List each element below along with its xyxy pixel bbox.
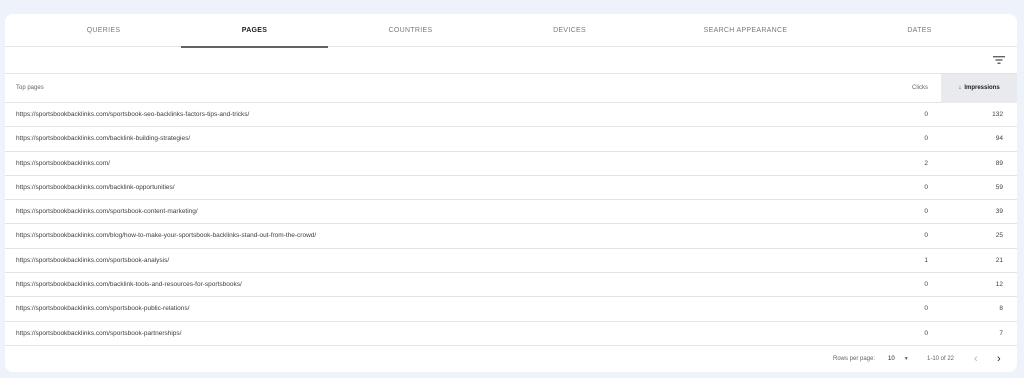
row-page-url[interactable]: https://sportsbookbacklinks.com/backlink… [16,273,242,297]
row-page-url[interactable]: https://sportsbookbacklinks.com/sportsbo… [16,249,169,273]
row-page-url[interactable]: https://sportsbookbacklinks.com/backlink… [16,127,190,151]
table-row: https://sportsbookbacklinks.com/backlink… [5,176,1017,201]
tab-countries[interactable]: COUNTRIES [328,14,493,47]
row-page-url[interactable]: https://sportsbookbacklinks.com/sportsbo… [16,200,198,224]
row-clicks: 0 [924,208,928,216]
table-row: https://sportsbookbacklinks.com/sportsbo… [5,249,1017,274]
tab-dates[interactable]: DATES [837,14,1002,47]
row-page-url[interactable]: https://sportsbookbacklinks.com/sportsbo… [16,103,249,127]
row-clicks: 2 [924,159,928,167]
pagination-range: 1-10 of 22 [927,356,955,362]
row-impressions: 25 [995,232,1003,240]
table-row: https://sportsbookbacklinks.com/sportsbo… [5,103,1017,128]
row-clicks: 1 [924,256,928,264]
rows-per-page-select[interactable]: 10 ▼ [888,346,909,372]
chevron-right-icon[interactable]: › [997,346,1001,372]
rows-per-page-value: 10 [888,356,895,362]
table-row: https://sportsbookbacklinks.com/sportsbo… [5,322,1017,346]
row-clicks: 0 [924,111,928,118]
tab-queries[interactable]: QUERIES [21,14,186,47]
row-impressions: 8 [999,305,1003,313]
row-impressions: 12 [995,281,1003,289]
filter-icon[interactable] [993,55,1005,65]
row-impressions: 89 [995,159,1003,167]
pagination-footer: Rows per page: 10 ▼ 1-10 of 22 ‹ › [5,346,1017,372]
header-impressions[interactable]: ↓ Impressions [941,74,1017,103]
tab-devices[interactable]: DEVICES [487,14,652,47]
row-page-url[interactable]: https://sportsbookbacklinks.com/backlink… [16,176,175,200]
row-page-url[interactable]: https://sportsbookbacklinks.com/sportsbo… [16,322,181,346]
row-impressions: 59 [995,183,1003,191]
chevron-left-icon[interactable]: ‹ [974,346,978,372]
row-page-url[interactable]: https://sportsbookbacklinks.com/blog/how… [16,224,316,248]
row-impressions: 21 [995,256,1003,264]
row-impressions: 39 [995,208,1003,216]
row-clicks: 0 [924,281,928,289]
tab-search-appearance[interactable]: SEARCH APPEARANCE [663,14,828,47]
arrow-down-icon: ↓ [958,85,962,91]
row-clicks: 0 [924,305,928,313]
header-impressions-label: Impressions [964,85,1000,91]
filter-bar [5,47,1017,74]
table-row: https://sportsbookbacklinks.com/backlink… [5,273,1017,298]
rows-per-page-label: Rows per page: [833,356,876,362]
table-row: https://sportsbookbacklinks.com/sportsbo… [5,200,1017,225]
row-impressions: 7 [999,329,1003,337]
table-row: https://sportsbookbacklinks.com/sportsbo… [5,297,1017,322]
row-page-url[interactable]: https://sportsbookbacklinks.com/sportsbo… [16,297,189,321]
table-row: https://sportsbookbacklinks.com/blog/how… [5,224,1017,249]
tab-pages-label: PAGES [241,27,268,34]
table-row: https://sportsbookbacklinks.com/ 2 89 [5,152,1017,176]
header-top-pages: Top pages [16,85,44,91]
caret-down-icon: ▼ [903,356,909,362]
row-clicks: 0 [924,135,928,143]
tab-pages[interactable]: PAGES [181,14,328,48]
row-impressions: 94 [995,135,1003,143]
table-row: https://sportsbookbacklinks.com/backlink… [5,127,1017,152]
row-clicks: 0 [924,232,928,240]
header-clicks[interactable]: Clicks [912,74,928,103]
table-body: https://sportsbookbacklinks.com/sportsbo… [5,103,1017,346]
row-clicks: 0 [924,183,928,191]
row-page-url[interactable]: https://sportsbookbacklinks.com/ [16,152,110,176]
row-clicks: 0 [924,329,928,337]
dimension-tabs: QUERIES PAGES COUNTRIES DEVICES SEARCH A… [5,14,1017,48]
row-impressions: 132 [992,111,1003,118]
performance-report-card: QUERIES PAGES COUNTRIES DEVICES SEARCH A… [5,14,1017,372]
table-header: Top pages Clicks ↓ Impressions [5,74,1017,103]
